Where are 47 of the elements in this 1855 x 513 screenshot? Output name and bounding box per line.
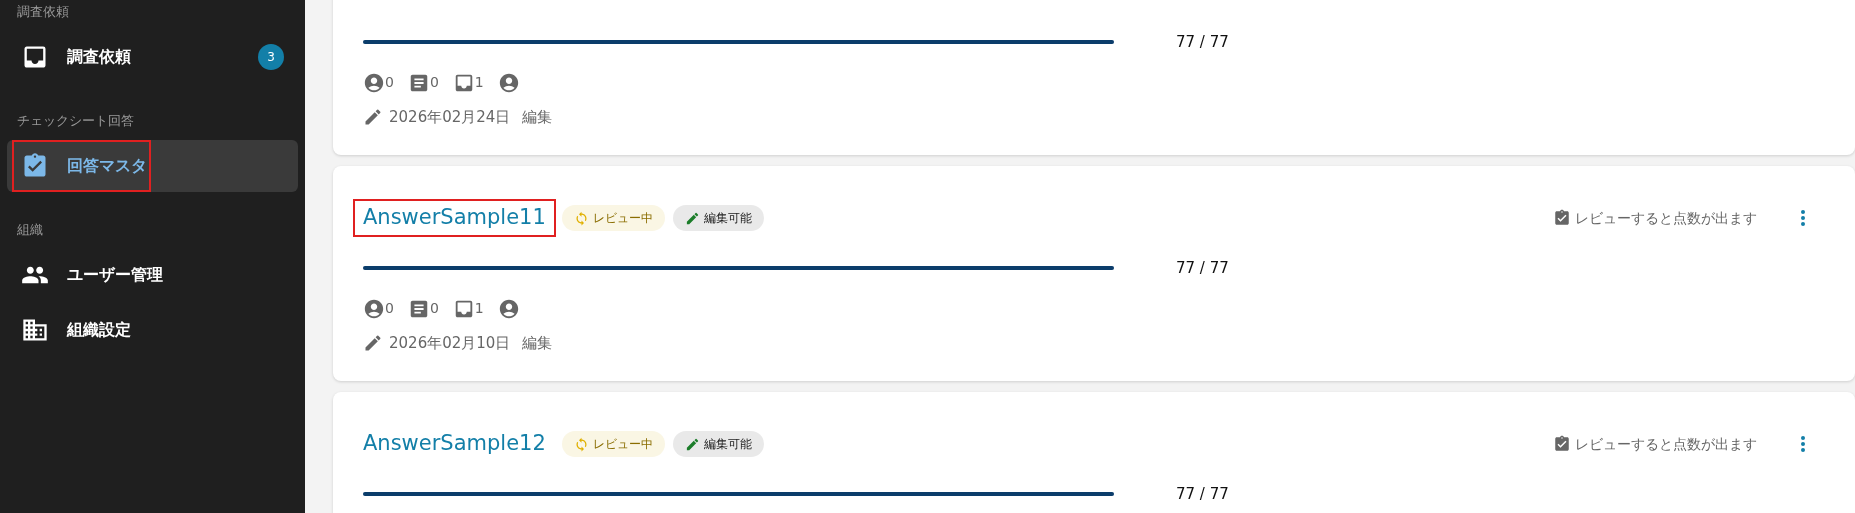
pencil-icon bbox=[684, 436, 700, 452]
badge-label: レビュー中 bbox=[592, 436, 653, 453]
edited-date: 2026年02月10日 bbox=[389, 332, 511, 354]
nav-label: ユーザー管理 bbox=[67, 264, 163, 286]
badge-label: レビュー中 bbox=[592, 210, 653, 227]
count-badge: 3 bbox=[258, 44, 284, 70]
sync-icon bbox=[573, 210, 589, 226]
nav-item[interactable]: 組織設定 bbox=[7, 304, 298, 356]
badge-label: 編集可能 bbox=[703, 210, 752, 227]
edited-date: 2026年02月24日 bbox=[389, 106, 511, 128]
section-label: 組織 bbox=[16, 221, 44, 239]
more-vertical-icon bbox=[1801, 436, 1805, 452]
nav-item[interactable]: ユーザー管理 bbox=[7, 249, 298, 301]
user-icon bbox=[497, 297, 520, 320]
section-label: 調査依頼 bbox=[16, 3, 70, 21]
more-vertical-icon bbox=[1801, 210, 1805, 226]
badge-label: 編集可能 bbox=[703, 436, 752, 453]
stat-count: 0 bbox=[385, 299, 394, 318]
user-icon bbox=[497, 71, 520, 94]
stat-count: 1 bbox=[474, 73, 484, 92]
user-icon bbox=[363, 71, 385, 94]
stat-count: 0 bbox=[429, 73, 439, 92]
nav-label: 組織設定 bbox=[67, 319, 131, 341]
stat-count: 0 bbox=[429, 299, 439, 318]
answer-title-link[interactable]: AnswerSample11 bbox=[355, 201, 554, 235]
nav-item[interactable]: 調査依頼 3 bbox=[7, 31, 298, 83]
clipboard-check-icon bbox=[1553, 209, 1571, 227]
section-label: チェックシート回答 bbox=[16, 112, 135, 130]
stat-count: 0 bbox=[385, 73, 394, 92]
score-note: レビューすると点数が出ます bbox=[1575, 434, 1757, 454]
answer-title-link[interactable]: AnswerSample12 bbox=[355, 427, 554, 461]
user-icon bbox=[363, 297, 385, 320]
clipboard-check-icon bbox=[1553, 435, 1571, 453]
pencil-icon bbox=[684, 210, 700, 226]
nav-item[interactable]: 回答マスタ bbox=[7, 140, 298, 192]
score-value: 77 / 77 bbox=[1176, 484, 1229, 505]
score-value: 77 / 77 bbox=[1176, 258, 1229, 279]
sync-icon bbox=[573, 436, 589, 452]
edit-label: 編集 bbox=[522, 106, 553, 128]
edit-label: 編集 bbox=[522, 332, 553, 354]
nav-label: 回答マスタ bbox=[67, 155, 147, 177]
nav-label: 調査依頼 bbox=[67, 46, 131, 68]
score-note: レビューすると点数が出ます bbox=[1575, 208, 1757, 228]
score-value: 77 / 77 bbox=[1176, 32, 1229, 53]
pencil-icon bbox=[363, 332, 383, 353]
stat-count: 1 bbox=[474, 299, 484, 318]
pencil-icon bbox=[363, 106, 383, 127]
